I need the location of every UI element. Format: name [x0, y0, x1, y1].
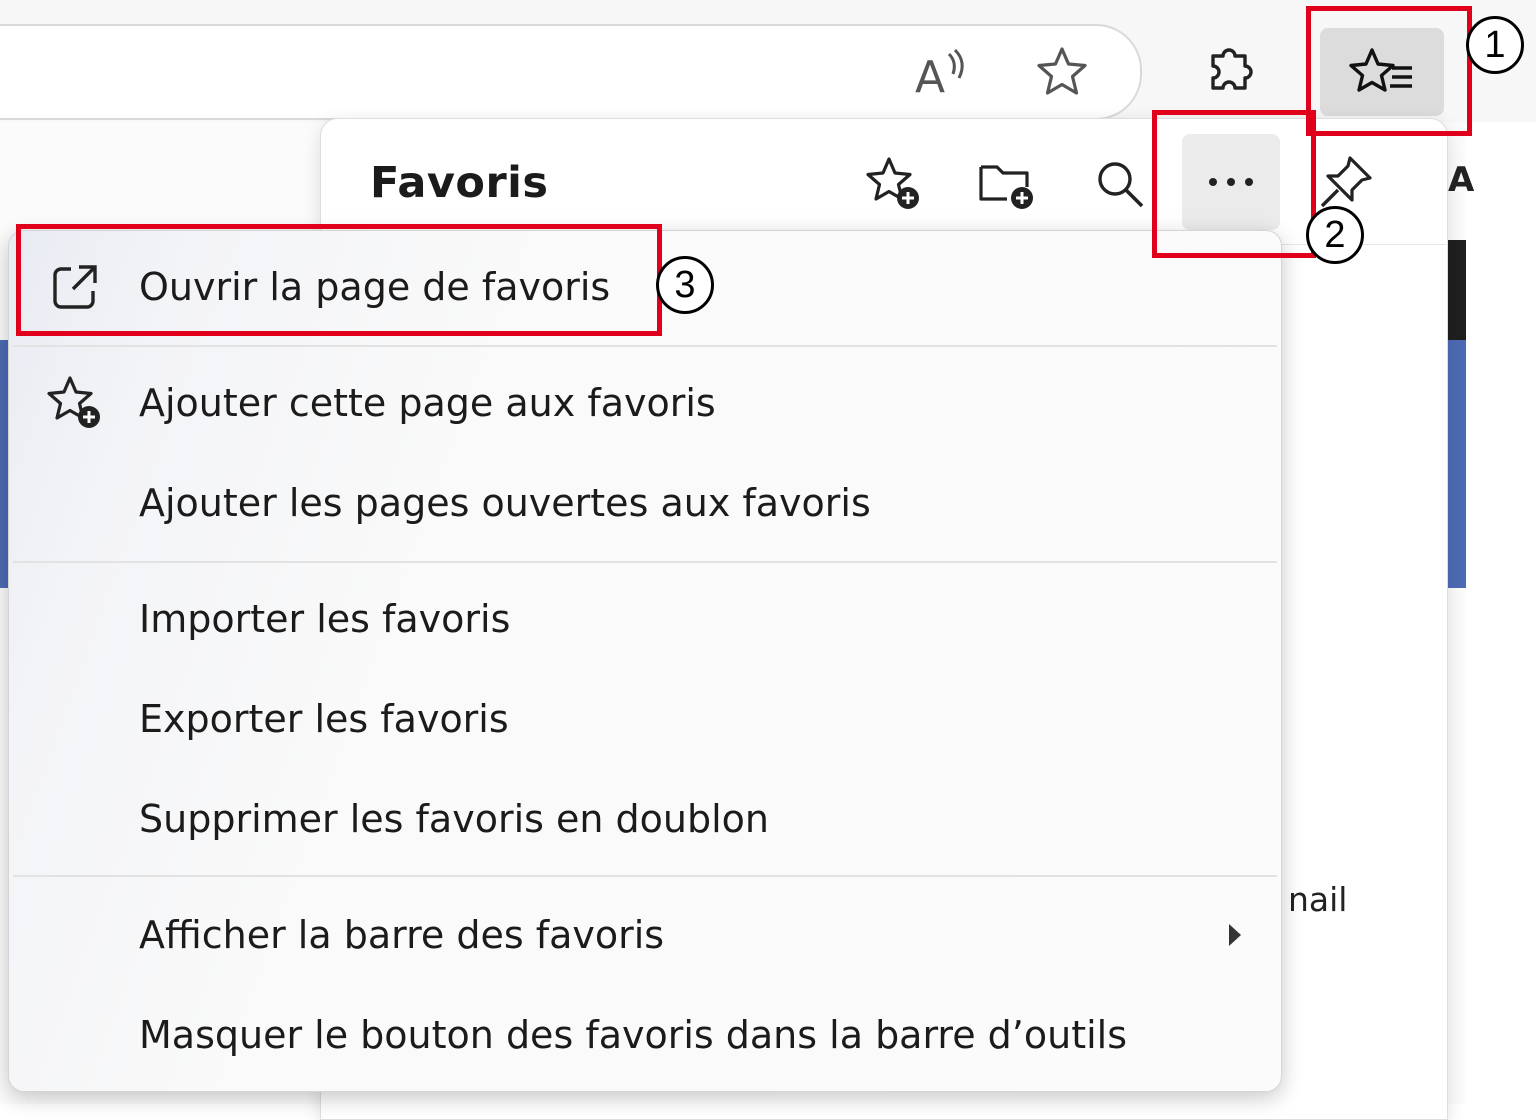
menu-item-label: Ajouter les pages ouvertes aux favoris	[139, 481, 871, 525]
annotation-badge-3: 3	[656, 256, 714, 314]
menu-item-remove-duplicates[interactable]: Supprimer les favoris en doublon	[9, 769, 1281, 869]
menu-item-export-favorites[interactable]: Exporter les favoris	[9, 669, 1281, 769]
read-aloud-icon[interactable]: A	[904, 44, 974, 100]
annotation-box-3	[16, 224, 662, 336]
page-dark-strip	[1446, 240, 1466, 340]
annotation-box-2	[1152, 110, 1316, 258]
annotation-badge-1: 1	[1466, 16, 1524, 74]
annotation-box-1	[1306, 6, 1472, 136]
panel-add-folder-icon[interactable]	[974, 152, 1040, 216]
page-blue-strip-left	[0, 340, 8, 588]
panel-add-favorite-icon[interactable]	[862, 152, 926, 216]
menu-item-label: Importer les favoris	[139, 597, 511, 641]
menu-separator	[13, 561, 1277, 563]
panel-search-icon[interactable]	[1090, 154, 1150, 214]
add-favorite-icon[interactable]	[1030, 42, 1094, 102]
page-blue-strip	[1446, 340, 1466, 588]
menu-item-add-this-page[interactable]: Ajouter cette page aux favoris	[9, 353, 1281, 453]
star-add-icon	[45, 373, 105, 433]
svg-text:A: A	[915, 52, 945, 98]
menu-item-hide-favorites-button[interactable]: Masquer le bouton des favoris dans la ba…	[9, 985, 1281, 1085]
menu-separator	[13, 875, 1277, 877]
partial-label: nail	[1288, 880, 1348, 919]
page-right-margin	[1466, 122, 1536, 1104]
favorites-more-menu: Ouvrir la page de favoris Ajouter cette …	[8, 230, 1282, 1092]
pin-icon[interactable]	[1314, 150, 1378, 214]
submenu-arrow-icon	[1223, 920, 1247, 950]
menu-item-label: Afficher la barre des favoris	[139, 913, 665, 957]
partial-letter: A	[1448, 160, 1475, 200]
menu-item-label: Supprimer les favoris en doublon	[139, 797, 770, 841]
menu-item-add-open-pages[interactable]: Ajouter les pages ouvertes aux favoris	[9, 453, 1281, 553]
menu-item-label: Exporter les favoris	[139, 697, 509, 741]
extensions-icon[interactable]	[1196, 40, 1262, 104]
menu-item-label: Ajouter cette page aux favoris	[139, 381, 716, 425]
menu-separator	[13, 345, 1277, 347]
menu-item-label: Masquer le bouton des favoris dans la ba…	[139, 1013, 1128, 1057]
menu-item-show-favorites-bar[interactable]: Afficher la barre des favoris	[9, 885, 1281, 985]
menu-item-import-favorites[interactable]: Importer les favoris	[9, 569, 1281, 669]
annotation-badge-2: 2	[1306, 206, 1364, 264]
favorites-title: Favoris	[370, 158, 549, 208]
